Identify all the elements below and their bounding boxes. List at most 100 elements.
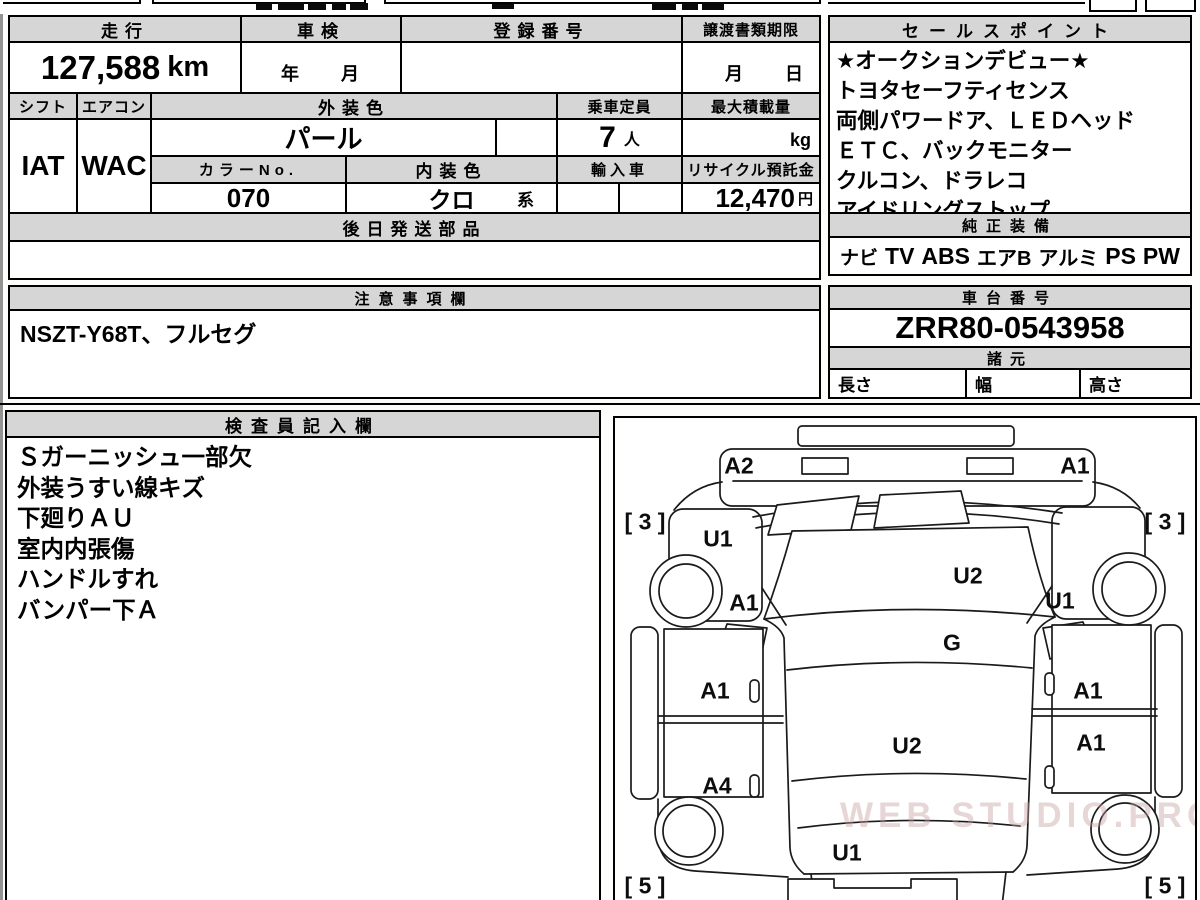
equipment-item: TV (885, 242, 915, 269)
chassis-title: 車台番号 (961, 290, 1058, 307)
import-header: 輸入車 (558, 157, 683, 184)
cutoff-text-fragment (652, 2, 676, 10)
chassis-header: 車台番号 (830, 287, 1190, 310)
equipment-item: PW (1142, 242, 1180, 269)
shaken-value: 年 月 (242, 43, 402, 94)
sales-points-list: ★オークションデビュー★ トヨタセーフティセンス 両側パワードア、ＬＥＤヘッド … (830, 43, 1190, 223)
aircon-value: WAC (78, 120, 152, 214)
registration-header: 登録番号 (402, 17, 683, 43)
import-header-label: 輸入車 (590, 162, 648, 179)
recycle-unit: 円 (797, 190, 813, 208)
damage-code-label: [ 3 ] (624, 508, 666, 535)
damage-code-label: [ 5 ] (624, 872, 666, 899)
import-value-right (620, 184, 683, 214)
spec-width-cell: 幅 (967, 370, 1081, 397)
notes-box: 注意事項欄 NSZT-Y68T、フルセグ (8, 285, 821, 399)
exterior-color-value: パール (152, 120, 497, 157)
sales-point-line: クルコン、ドラレコ (836, 169, 1028, 193)
equipment-item: エアB (976, 247, 1032, 270)
damage-code-label: A1 (700, 677, 730, 704)
inspector-line: ハンドルすれ (17, 566, 158, 592)
sales-points-box: セールスポイント ★オークションデビュー★ トヨタセーフティセンス 両側パワード… (828, 15, 1192, 225)
later-parts-header-label: 後日発送部品 (342, 219, 487, 239)
sales-points-header: セールスポイント (830, 17, 1190, 43)
import-value-left (558, 184, 620, 214)
color-no-header: カラーNo. (152, 157, 347, 184)
shaken-header: 車検 (242, 17, 402, 43)
exterior-color-text: パール (284, 124, 363, 154)
damage-code-label: U1 (1045, 587, 1075, 614)
cutoff-text-fragment (682, 3, 698, 10)
max-load-unit: kg (789, 130, 811, 150)
mileage-header: 走行 (10, 17, 242, 43)
sales-point-line: トヨタセーフティセンス (836, 79, 1070, 103)
damage-code-label: U2 (953, 562, 983, 589)
damage-code-label: [ 3 ] (1144, 508, 1186, 535)
deadline-header-label: 譲渡書類期限 (702, 21, 799, 39)
color-no-text: 070 (226, 182, 271, 213)
damage-code-label: [ 5 ] (1144, 872, 1186, 899)
later-parts-value (10, 242, 819, 278)
damage-diagram-box: WEB STUDIO.PRO A2 A1[ 3 ][ 3 ] U1 U2 A1 U1 G A1… (613, 416, 1197, 900)
auction-sheet-page: 走行 車検 登録番号 譲渡書類期限 127,588 km 年 月 月 日 シフト… (0, 0, 1200, 900)
inspector-box: 検査員記入欄 Ｓガーニッシュ一部欠 外装うすい線キズ 下廻りＡＵ 室内内張傷 ハ… (5, 410, 601, 900)
deadline-header: 譲渡書類期限 (683, 17, 819, 43)
shaken-header-label: 車検 (297, 21, 345, 41)
capacity-header: 乗車定員 (558, 94, 683, 120)
inspector-title: 検査員記入欄 (225, 416, 381, 436)
spec-length-cell: 長さ (830, 370, 967, 397)
cutoff-text-fragment (278, 2, 304, 10)
vehicle-info-table: 走行 車検 登録番号 譲渡書類期限 127,588 km 年 月 月 日 シフト… (8, 15, 821, 280)
damage-code-label: A4 (702, 772, 732, 799)
cutoff-header-row (0, 0, 1200, 14)
sales-point-line: ★オークションデビュー★ (836, 49, 1090, 73)
shift-value-text: IAT (21, 150, 65, 181)
shift-header: シフト (10, 94, 78, 120)
damage-code-label: A1 (1060, 452, 1090, 479)
interior-color-header-label: 内装色 (415, 162, 488, 181)
color-no-value: 070 (152, 182, 347, 214)
max-load-header-label: 最大積載量 (710, 98, 791, 116)
equipment-item: アルミ (1038, 247, 1099, 270)
damage-code-label: U1 (703, 525, 733, 552)
registration-header-label: 登録番号 (493, 21, 590, 41)
inspector-list: Ｓガーニッシュ一部欠 外装うすい線キズ 下廻りＡＵ 室内内張傷 ハンドルすれ バ… (7, 438, 599, 898)
capacity-number: 7 (599, 120, 616, 154)
inspector-header: 検査員記入欄 (7, 412, 599, 438)
cutoff-text-fragment (332, 2, 346, 10)
shaken-placeholder: 年 月 (281, 64, 361, 84)
mileage-unit: km (167, 51, 210, 83)
recycle-value: 12,470 円 (683, 183, 819, 214)
sales-point-line: 両側パワードア、ＬＥＤヘッド (836, 109, 1135, 133)
interior-color-suffix: 系 (517, 190, 534, 210)
cutoff-text-fragment (308, 3, 326, 10)
sales-point-line: ＥＴＣ、バックモニター (836, 139, 1073, 163)
cutoff-text-fragment (350, 3, 368, 10)
damage-code-label: A2 (724, 452, 754, 479)
equipment-item: PS (1105, 242, 1136, 269)
aircon-header: エアコン (78, 94, 152, 120)
color-no-header-label: カラーNo. (198, 162, 299, 179)
exterior-color-header: 外装色 (152, 94, 558, 120)
damage-code-label: A1 (729, 589, 759, 616)
section-separator-line (0, 403, 1200, 405)
exterior-color-header-label: 外装色 (318, 98, 390, 118)
later-parts-header: 後日発送部品 (10, 214, 819, 242)
equipment-row: ナビ TV ABS エアB アルミ PS PW (830, 238, 1190, 274)
capacity-unit: 人 (623, 131, 640, 149)
inspector-line: 室内内張傷 (17, 535, 135, 562)
equipment-box: 純正装備 ナビ TV ABS エアB アルミ PS PW (828, 212, 1192, 276)
cutoff-text-fragment (492, 4, 514, 9)
inspector-line: 下廻りＡＵ (17, 505, 135, 531)
equipment-header: 純正装備 (830, 214, 1190, 238)
spec-height-cell: 高さ (1089, 376, 1123, 395)
mileage-number: 127,588 (40, 48, 161, 86)
damage-code-label: G (943, 629, 961, 656)
inspector-line: Ｓガーニッシュ一部欠 (17, 444, 252, 470)
equipment-title: 純正装備 (961, 217, 1058, 235)
max-load-value: kg (683, 120, 819, 157)
cutoff-text-fragment (256, 3, 272, 10)
damage-code-label: A1 (1073, 677, 1103, 704)
damage-labels: A2 A1 [ 3 ] [ 3 ] U1 U2 A1 U1 G A1 A1 U2 A1 A4 U1 [ 5 ]… (615, 418, 1195, 900)
specs-header: 諸元 (830, 348, 1190, 370)
